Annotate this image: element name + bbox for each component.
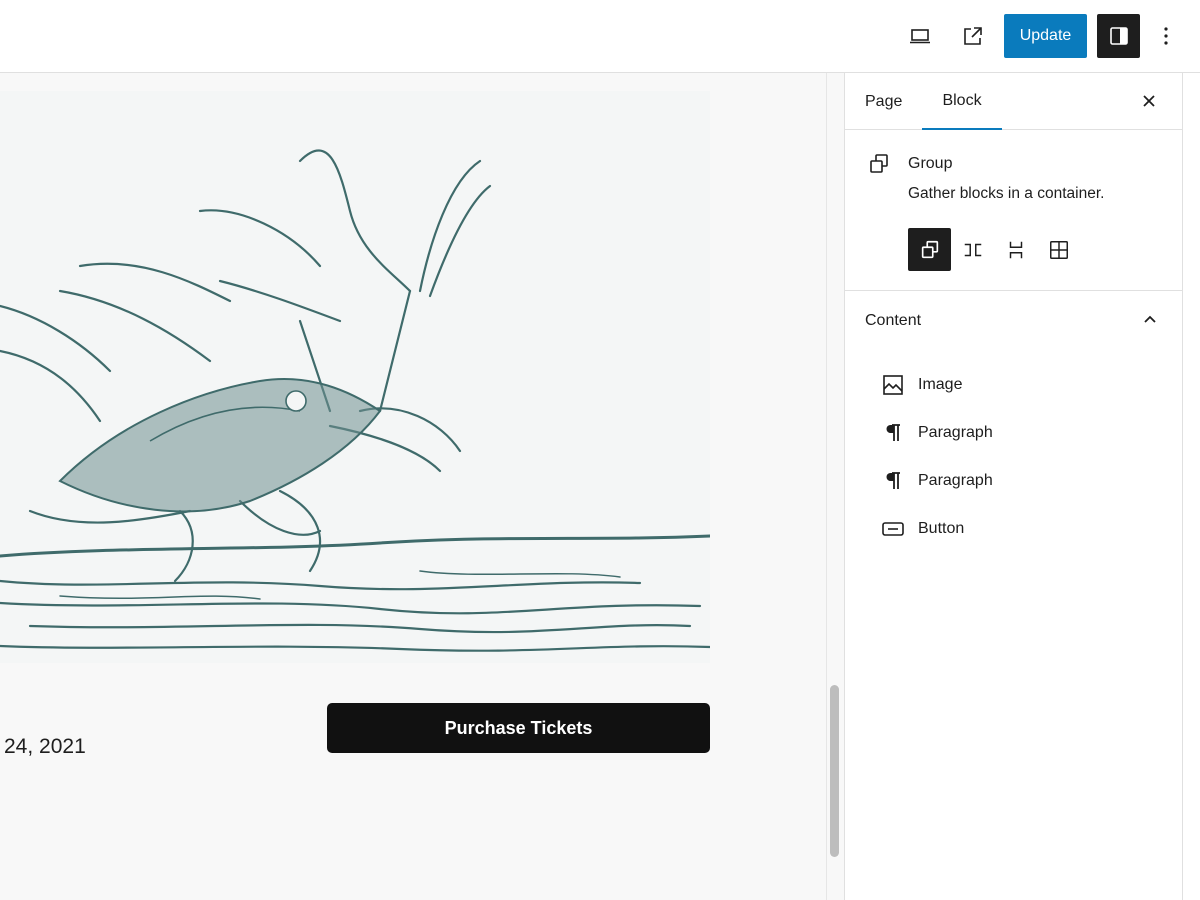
group-icon xyxy=(921,240,938,258)
tab-block-label: Block xyxy=(942,91,982,109)
window-edge xyxy=(1183,73,1200,900)
list-item-label: Button xyxy=(918,520,965,537)
cranes-illustration xyxy=(0,149,710,652)
variation-group-button[interactable] xyxy=(908,228,951,271)
list-item-label: Image xyxy=(918,376,963,393)
button-icon xyxy=(881,517,905,541)
row-icon xyxy=(964,243,981,256)
vertical-dots-icon xyxy=(1164,27,1168,45)
grid-icon xyxy=(1049,240,1068,259)
content-panel-title: Content xyxy=(865,312,922,329)
list-item-paragraph[interactable]: Paragraph xyxy=(881,409,1161,457)
content-panel-header[interactable]: Content xyxy=(845,291,1184,349)
purchase-tickets-button[interactable]: Purchase Tickets xyxy=(327,703,710,753)
editor-canvas[interactable]: 24, 2021 Purchase Tickets xyxy=(0,73,826,900)
external-link-icon xyxy=(964,27,982,45)
paragraph-icon xyxy=(881,469,905,493)
editor-header: Update xyxy=(0,0,1200,73)
tab-page-label: Page xyxy=(865,92,903,110)
list-item-image[interactable]: Image xyxy=(881,361,1161,409)
update-button[interactable]: Update xyxy=(1004,14,1087,58)
group-icon xyxy=(870,154,888,173)
image-icon xyxy=(881,373,905,397)
block-card: Group Gather blocks in a container. xyxy=(845,130,1184,291)
update-button-label: Update xyxy=(1019,27,1072,44)
more-options-button[interactable] xyxy=(1150,14,1182,58)
list-item-button[interactable]: Button xyxy=(881,505,1161,553)
chevron-up-icon xyxy=(1144,315,1156,323)
list-item-paragraph[interactable]: Paragraph xyxy=(881,457,1161,505)
block-variations xyxy=(908,228,1080,271)
settings-sidebar: Page Block Group Gather blocks in a cont… xyxy=(844,73,1184,900)
laptop-icon xyxy=(910,29,930,44)
view-page-button[interactable] xyxy=(951,14,995,58)
cranes-illustration-image[interactable] xyxy=(0,91,710,663)
event-date-text[interactable]: 24, 2021 xyxy=(4,735,86,759)
variation-grid-button[interactable] xyxy=(1037,228,1080,271)
list-item-label: Paragraph xyxy=(918,424,993,441)
block-title: Group xyxy=(908,155,953,172)
tab-page[interactable]: Page xyxy=(865,73,902,130)
settings-toggle-button[interactable] xyxy=(1097,14,1140,58)
close-sidebar-button[interactable] xyxy=(1135,87,1163,115)
purchase-tickets-label: Purchase Tickets xyxy=(444,717,593,738)
tab-block[interactable]: Block xyxy=(922,73,1002,130)
block-description: Gather blocks in a container. xyxy=(908,185,1105,202)
paragraph-icon xyxy=(881,421,905,445)
sidebar-tabs: Page Block xyxy=(845,73,1184,130)
preview-button[interactable] xyxy=(898,14,942,58)
list-item-label: Paragraph xyxy=(918,472,993,489)
canvas-scrollbar-thumb[interactable] xyxy=(830,685,839,857)
content-block-list: Image Paragraph Paragraph Button xyxy=(881,361,1161,553)
close-icon xyxy=(1143,95,1155,107)
sidebar-toggle-icon xyxy=(1109,27,1128,45)
stack-icon xyxy=(1009,241,1022,258)
variation-row-button[interactable] xyxy=(951,228,994,271)
variation-stack-button[interactable] xyxy=(994,228,1037,271)
